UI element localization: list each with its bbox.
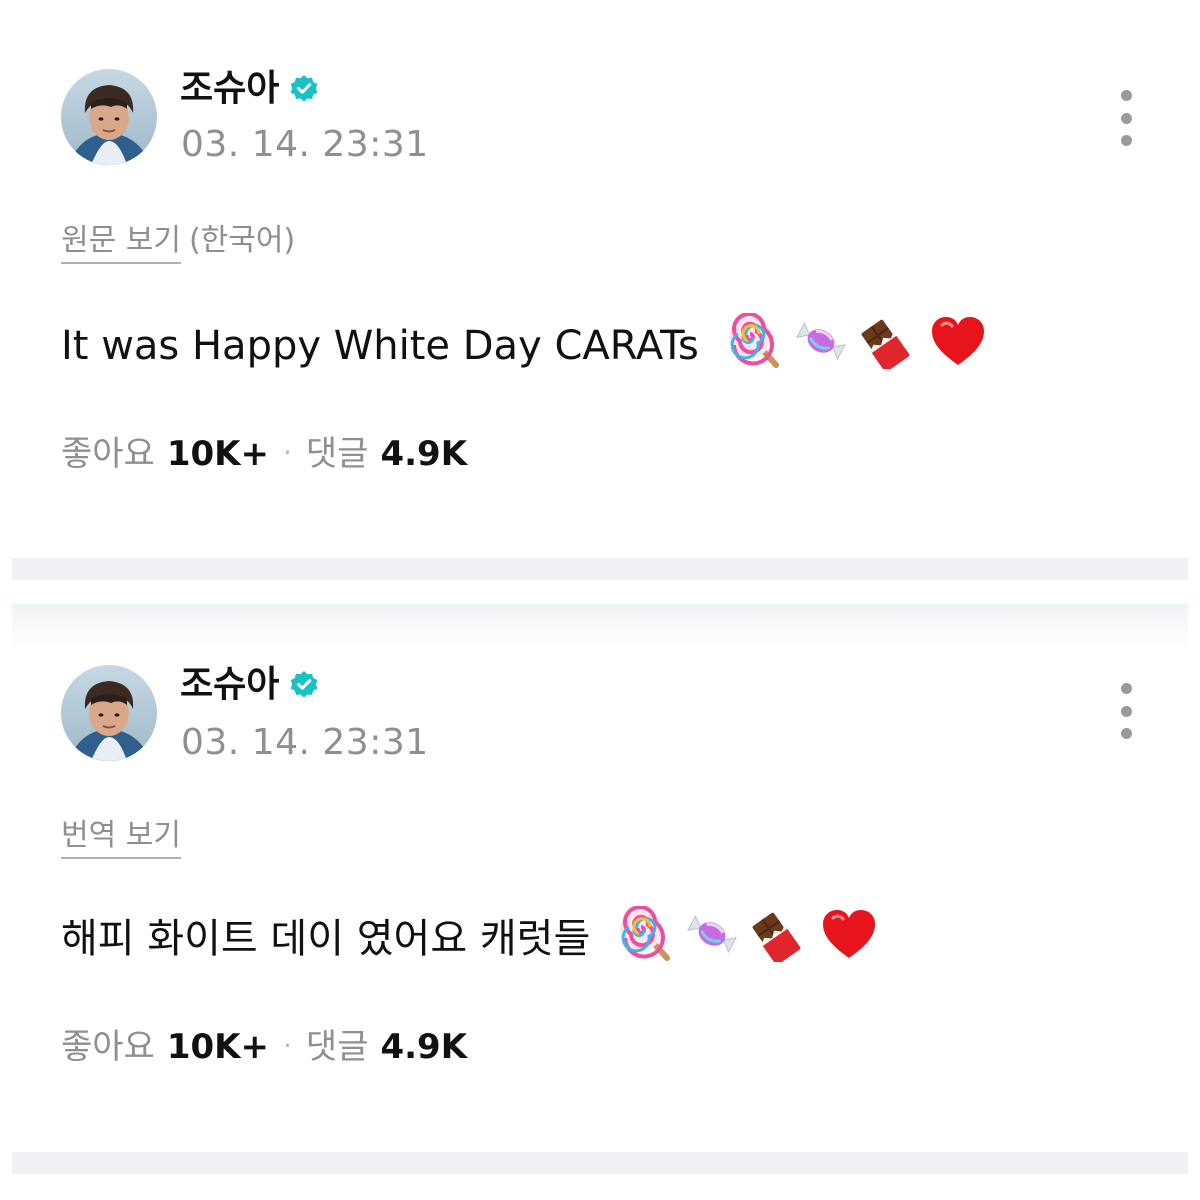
dot (1120, 728, 1132, 739)
translate-row: 번역 보기 (61, 816, 181, 859)
candy-icon (795, 321, 846, 361)
verified-badge-icon (289, 74, 319, 104)
dot (1120, 90, 1132, 101)
dot (1120, 112, 1132, 124)
comments-count[interactable]: 4.9K (380, 1027, 467, 1067)
more-options-icon[interactable] (1110, 86, 1142, 150)
likes-label[interactable]: 좋아요 (61, 1027, 155, 1067)
post-card: 조슈아 03. 14. 23:31 번역 보기 해피 화이트 데이 였어요 캐럿… (0, 608, 1200, 1150)
post-timestamp: 03. 14. 23:31 (181, 722, 429, 763)
section-divider (12, 558, 1188, 580)
more-options-icon[interactable] (1110, 679, 1142, 743)
chocolate-bar-icon (752, 912, 801, 962)
likes-count[interactable]: 10K+ (167, 434, 269, 474)
post-stats: 좋아요 10K+ · 댓글 4.9K (61, 1024, 467, 1069)
avatar[interactable] (61, 69, 157, 165)
chocolate-bar-icon (861, 319, 909, 369)
comments-count[interactable]: 4.9K (380, 434, 467, 474)
post-stats: 좋아요 10K+ · 댓글 4.9K (61, 431, 467, 476)
dot (1120, 705, 1132, 717)
translate-row: 원문 보기 (한국어) (61, 221, 296, 264)
lollipop-icon (619, 906, 670, 961)
original-language-label: (한국어) (188, 223, 296, 258)
author-name[interactable]: 조슈아 (180, 66, 279, 112)
candy-icon (686, 914, 737, 954)
red-heart-icon (822, 910, 875, 958)
dot (1120, 135, 1132, 146)
likes-label[interactable]: 좋아요 (61, 434, 155, 474)
view-translation-link[interactable]: 번역 보기 (61, 818, 181, 859)
author-line: 조슈아 (180, 662, 319, 708)
post-card: 조슈아 03. 14. 23:31 원문 보기 (한국어) It was Happ… (0, 0, 1200, 558)
post-text: 해피 화이트 데이 였어요 캐럿들 (61, 916, 591, 962)
author-line: 조슈아 (180, 66, 319, 112)
verified-badge-icon (289, 670, 319, 700)
stats-separator: · (283, 1029, 292, 1062)
stats-separator: · (283, 436, 292, 469)
post-text: It was Happy White Day CARATs (61, 323, 699, 369)
red-heart-icon (931, 317, 984, 365)
post-content: 해피 화이트 데이 였어요 캐럿들 (61, 906, 879, 967)
post-content: It was Happy White Day CARATs (61, 313, 988, 374)
likes-count[interactable]: 10K+ (167, 1027, 269, 1067)
dot (1120, 683, 1132, 694)
lollipop-icon (728, 313, 779, 368)
avatar[interactable] (61, 665, 157, 761)
comments-label[interactable]: 댓글 (306, 1027, 369, 1067)
post-timestamp: 03. 14. 23:31 (181, 124, 429, 165)
emoji-group (726, 313, 988, 369)
section-divider (12, 1152, 1188, 1174)
view-original-link[interactable]: 원문 보기 (61, 223, 181, 264)
comments-label[interactable]: 댓글 (306, 434, 369, 474)
author-name[interactable]: 조슈아 (180, 662, 279, 708)
feed: 조슈아 03. 14. 23:31 원문 보기 (한국어) It was Happ… (0, 0, 1200, 1200)
emoji-group (617, 906, 879, 962)
